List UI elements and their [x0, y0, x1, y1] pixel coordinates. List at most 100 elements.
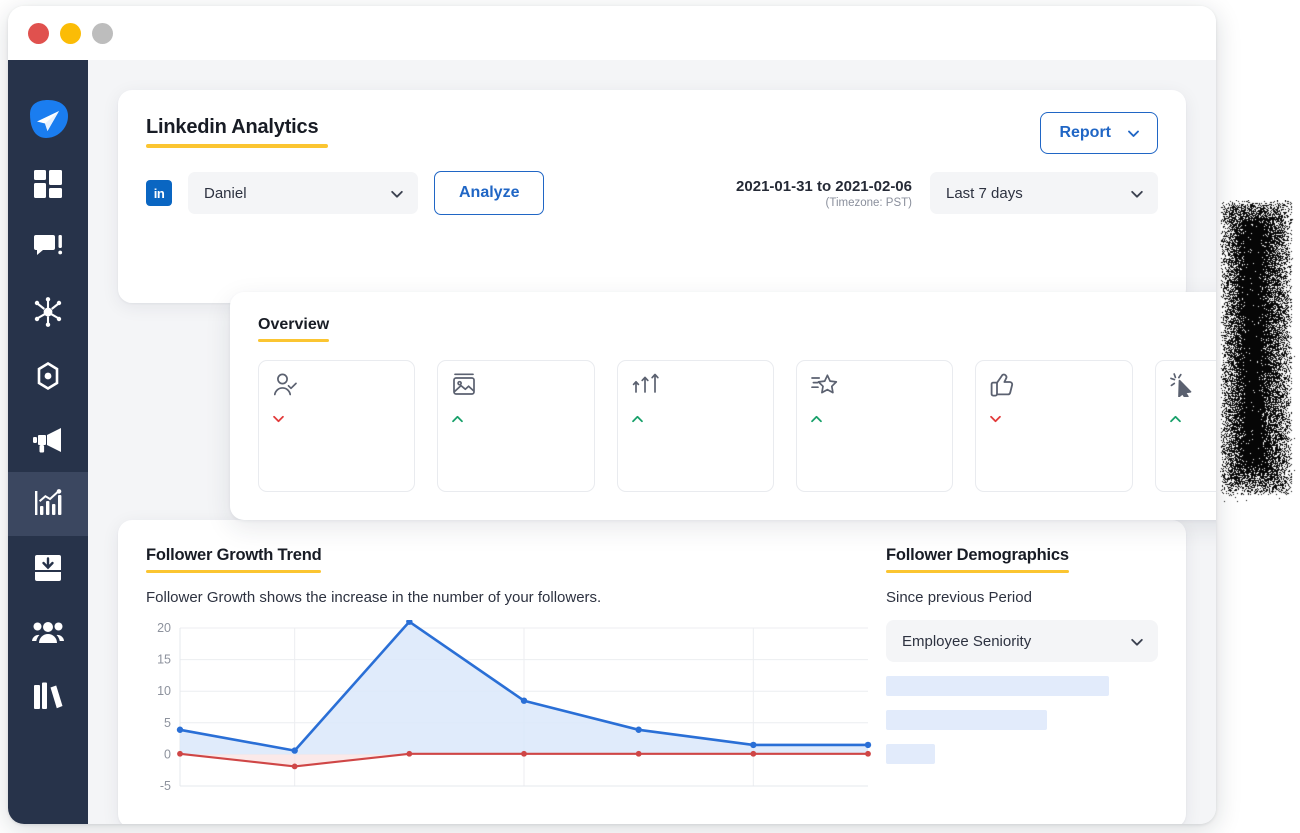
demographics-bar [886, 710, 1047, 730]
demographics-bar-row [886, 710, 1158, 730]
metric-delta [1170, 415, 1216, 423]
page-title-underline [146, 144, 328, 148]
demographics-bar [886, 676, 1109, 696]
demographics-dimension-value: Employee Seniority [902, 633, 1031, 650]
chevron-down-icon [1127, 127, 1139, 139]
account-select-value: Daniel [204, 185, 247, 202]
tab-overview[interactable]: Overview [258, 316, 329, 342]
sidebar-item-dashboard[interactable] [8, 152, 88, 216]
inbox-download-icon [33, 553, 63, 583]
noise-artifact-overlay [1220, 200, 1300, 505]
sidebar-item-library[interactable] [8, 664, 88, 728]
sidebar-item-analytics[interactable] [8, 472, 88, 536]
svg-text:0: 0 [164, 747, 171, 761]
growth-demographics-card: Follower Growth Trend Follower Growth sh… [118, 520, 1186, 824]
date-range-text: 2021-01-31 to 2021-02-06 (Timezone: PST) [736, 178, 912, 209]
growth-title: Follower Growth Trend [146, 546, 321, 565]
demographics-row [886, 676, 1158, 696]
close-window-button[interactable] [28, 23, 49, 44]
cursor-click-icon [1170, 373, 1216, 399]
metric-card [975, 360, 1132, 492]
page-title: Linkedin Analytics [146, 116, 318, 139]
demographics-title-text: Follower Demographics [886, 546, 1069, 564]
svg-text:10: 10 [157, 684, 171, 698]
sidebar-item-network[interactable] [8, 280, 88, 344]
metric-card [437, 360, 594, 492]
report-button[interactable]: Report [1040, 112, 1158, 154]
timezone-label: (Timezone: PST) [736, 197, 912, 209]
demographics-title-underline [886, 570, 1069, 574]
svg-text:-5: -5 [160, 779, 171, 793]
analyze-button[interactable]: Analyze [434, 171, 544, 215]
demographics-subtitle: Since previous Period [886, 589, 1158, 606]
period-select-value: Last 7 days [946, 185, 1023, 202]
sidebar-item-discover[interactable] [8, 344, 88, 408]
metric-card [617, 360, 774, 492]
date-range-value: 2021-01-31 to 2021-02-06 [736, 178, 912, 195]
analytics-header-card: Linkedin Analytics Report in Daniel Anal… [118, 90, 1186, 303]
overview-tabs: Overview [258, 316, 1216, 342]
app-window: Linkedin Analytics Report in Daniel Anal… [8, 6, 1216, 824]
star-impression-icon [811, 373, 938, 399]
main-content: Linkedin Analytics Report in Daniel Anal… [88, 60, 1216, 824]
chevron-down-icon [1130, 635, 1142, 647]
follower-demographics-section: Follower Demographics Since previous Per… [886, 546, 1158, 802]
chevron-down-icon [1130, 187, 1142, 199]
image-icon [452, 373, 579, 399]
sidebar-item-team[interactable] [8, 600, 88, 664]
analytics-bar-chart-icon [33, 489, 63, 519]
tab-active-underline [258, 339, 329, 343]
overview-card: Overview [230, 292, 1216, 520]
follower-growth-section: Follower Growth Trend Follower Growth sh… [146, 546, 860, 802]
sidebar-item-campaigns[interactable] [8, 408, 88, 472]
demographics-bar-row [886, 676, 1158, 696]
metric-delta [811, 415, 938, 423]
dashboard-grid-icon [33, 169, 63, 199]
metric-delta [452, 415, 579, 423]
chevron-down-icon [390, 187, 402, 199]
follower-growth-chart[interactable]: 20 15 10 5 0 -5 [146, 620, 860, 811]
sidebar-item-send[interactable] [8, 88, 88, 152]
demographics-bar-row [886, 744, 1158, 764]
megaphone-icon [32, 427, 64, 453]
books-icon [33, 682, 63, 710]
line-chart-svg: 20 15 10 5 0 -5 [146, 620, 876, 806]
report-button-label: Report [1059, 124, 1111, 142]
account-select[interactable]: Daniel [188, 172, 418, 214]
network-icon [33, 297, 63, 327]
sidebar-item-messages[interactable] [8, 216, 88, 280]
compass-icon [33, 361, 63, 391]
growth-title-text: Follower Growth Trend [146, 546, 321, 564]
paper-plane-icon [26, 100, 70, 140]
tab-overview-label: Overview [258, 316, 329, 333]
users-icon [32, 620, 64, 644]
chat-icon [33, 234, 63, 262]
metric-delta [273, 415, 400, 423]
linkedin-icon: in [146, 180, 172, 206]
metric-card-list [258, 360, 1216, 492]
metric-card [796, 360, 953, 492]
analytics-controls: in Daniel Analyze 2021-01-31 to 2021-02-… [146, 171, 1158, 215]
metric-delta [990, 415, 1117, 423]
user-check-icon [273, 373, 400, 399]
period-select[interactable]: Last 7 days [930, 172, 1158, 214]
demographics-rows [886, 676, 1158, 764]
demographics-row [886, 744, 1158, 764]
thumbs-up-icon [990, 373, 1117, 399]
growth-description: Follower Growth shows the increase in th… [146, 589, 860, 606]
screenshot-root: Linkedin Analytics Report in Daniel Anal… [0, 0, 1300, 833]
sidebar-item-inbox[interactable] [8, 536, 88, 600]
demographics-row [886, 710, 1158, 730]
svg-text:20: 20 [157, 621, 171, 635]
svg-text:5: 5 [164, 716, 171, 730]
demographics-dimension-select[interactable]: Employee Seniority [886, 620, 1158, 662]
metric-delta [632, 415, 759, 423]
maximize-window-button[interactable] [92, 23, 113, 44]
demographics-bar [886, 744, 935, 764]
page-title-text: Linkedin Analytics [146, 116, 318, 138]
minimize-window-button[interactable] [60, 23, 81, 44]
growth-title-underline [146, 570, 321, 574]
demographics-title: Follower Demographics [886, 546, 1069, 565]
arrows-up-icon [632, 373, 759, 399]
window-titlebar [8, 6, 1216, 60]
